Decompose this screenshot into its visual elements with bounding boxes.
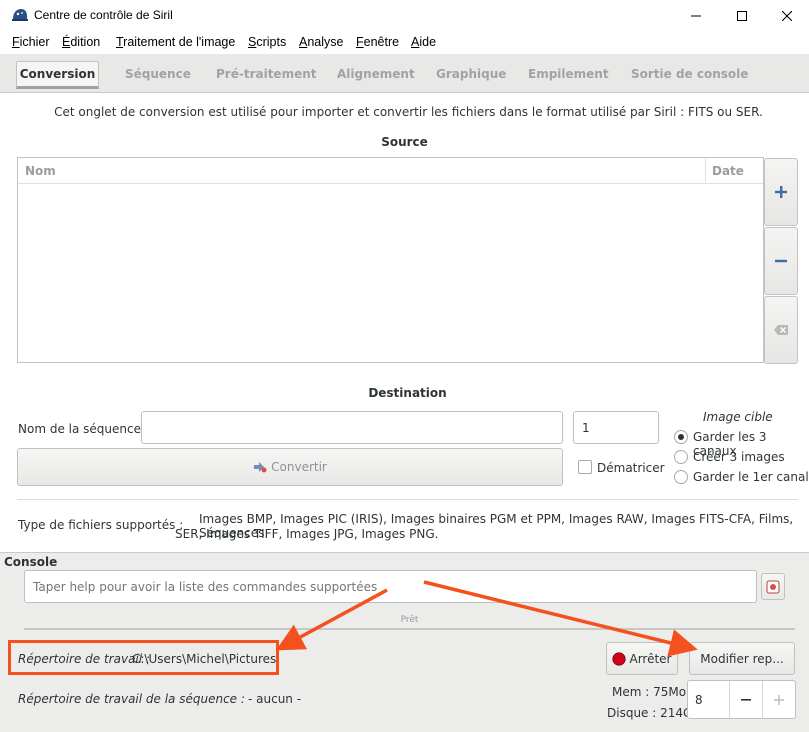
arrow-to-change-dir: [423, 580, 698, 657]
arrow-to-workdir: [275, 588, 388, 651]
annotation-arrows: [275, 580, 698, 657]
